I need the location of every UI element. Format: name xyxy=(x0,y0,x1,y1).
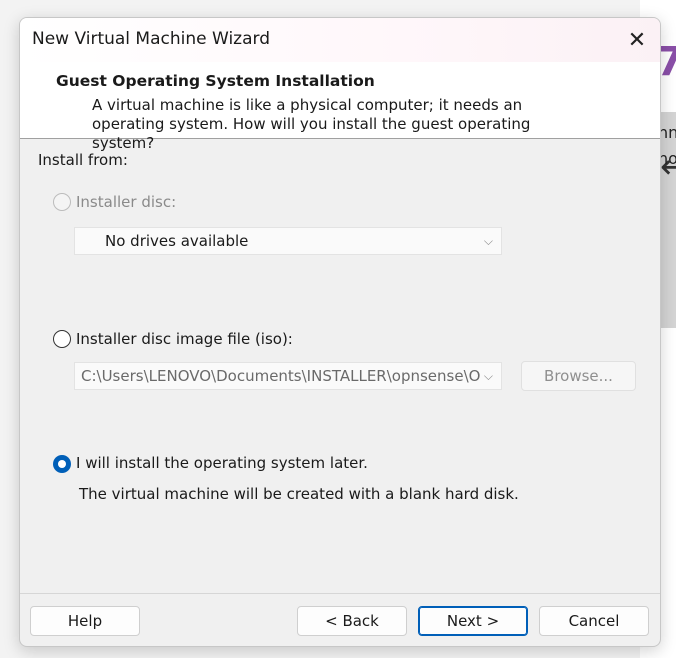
chevron-down-icon: ⌵ xyxy=(483,369,493,383)
window-title: New Virtual Machine Wizard xyxy=(32,29,270,49)
installer-disc-dropdown[interactable]: No drives available ⌵ xyxy=(74,227,502,255)
cancel-button[interactable]: Cancel xyxy=(539,606,649,636)
installer-disc-radio[interactable] xyxy=(53,193,71,211)
page-title: Guest Operating System Installation xyxy=(56,72,375,90)
footer-divider xyxy=(20,593,660,594)
iso-radio[interactable] xyxy=(53,330,71,348)
installer-disc-label: Installer disc: xyxy=(76,193,177,211)
wizard-content: Install from: Installer disc: No drives … xyxy=(20,139,660,591)
install-later-radio[interactable] xyxy=(53,455,71,473)
install-later-label: I will install the operating system late… xyxy=(76,454,368,472)
new-vm-wizard-dialog: New Virtual Machine Wizard ✕ Guest Opera… xyxy=(19,17,661,647)
close-icon[interactable]: ✕ xyxy=(614,18,660,62)
install-from-label: Install from: xyxy=(38,151,128,169)
back-button[interactable]: < Back xyxy=(297,606,407,636)
title-bar: New Virtual Machine Wizard ✕ xyxy=(20,18,660,62)
iso-label: Installer disc image file (iso): xyxy=(76,330,293,348)
chevron-down-icon: ⌵ xyxy=(483,234,493,248)
wizard-header: Guest Operating System Installation A vi… xyxy=(20,62,660,152)
install-later-note: The virtual machine will be created with… xyxy=(79,485,519,503)
help-button[interactable]: Help xyxy=(30,606,140,636)
installer-disc-dropdown-value: No drives available xyxy=(105,232,249,250)
browse-button[interactable]: Browse... xyxy=(521,361,636,391)
iso-path-combobox[interactable]: C:\Users\LENOVO\Documents\INSTALLER\opns… xyxy=(74,362,502,390)
iso-path-value: C:\Users\LENOVO\Documents\INSTALLER\opns… xyxy=(81,367,481,385)
next-button[interactable]: Next > xyxy=(418,606,528,636)
